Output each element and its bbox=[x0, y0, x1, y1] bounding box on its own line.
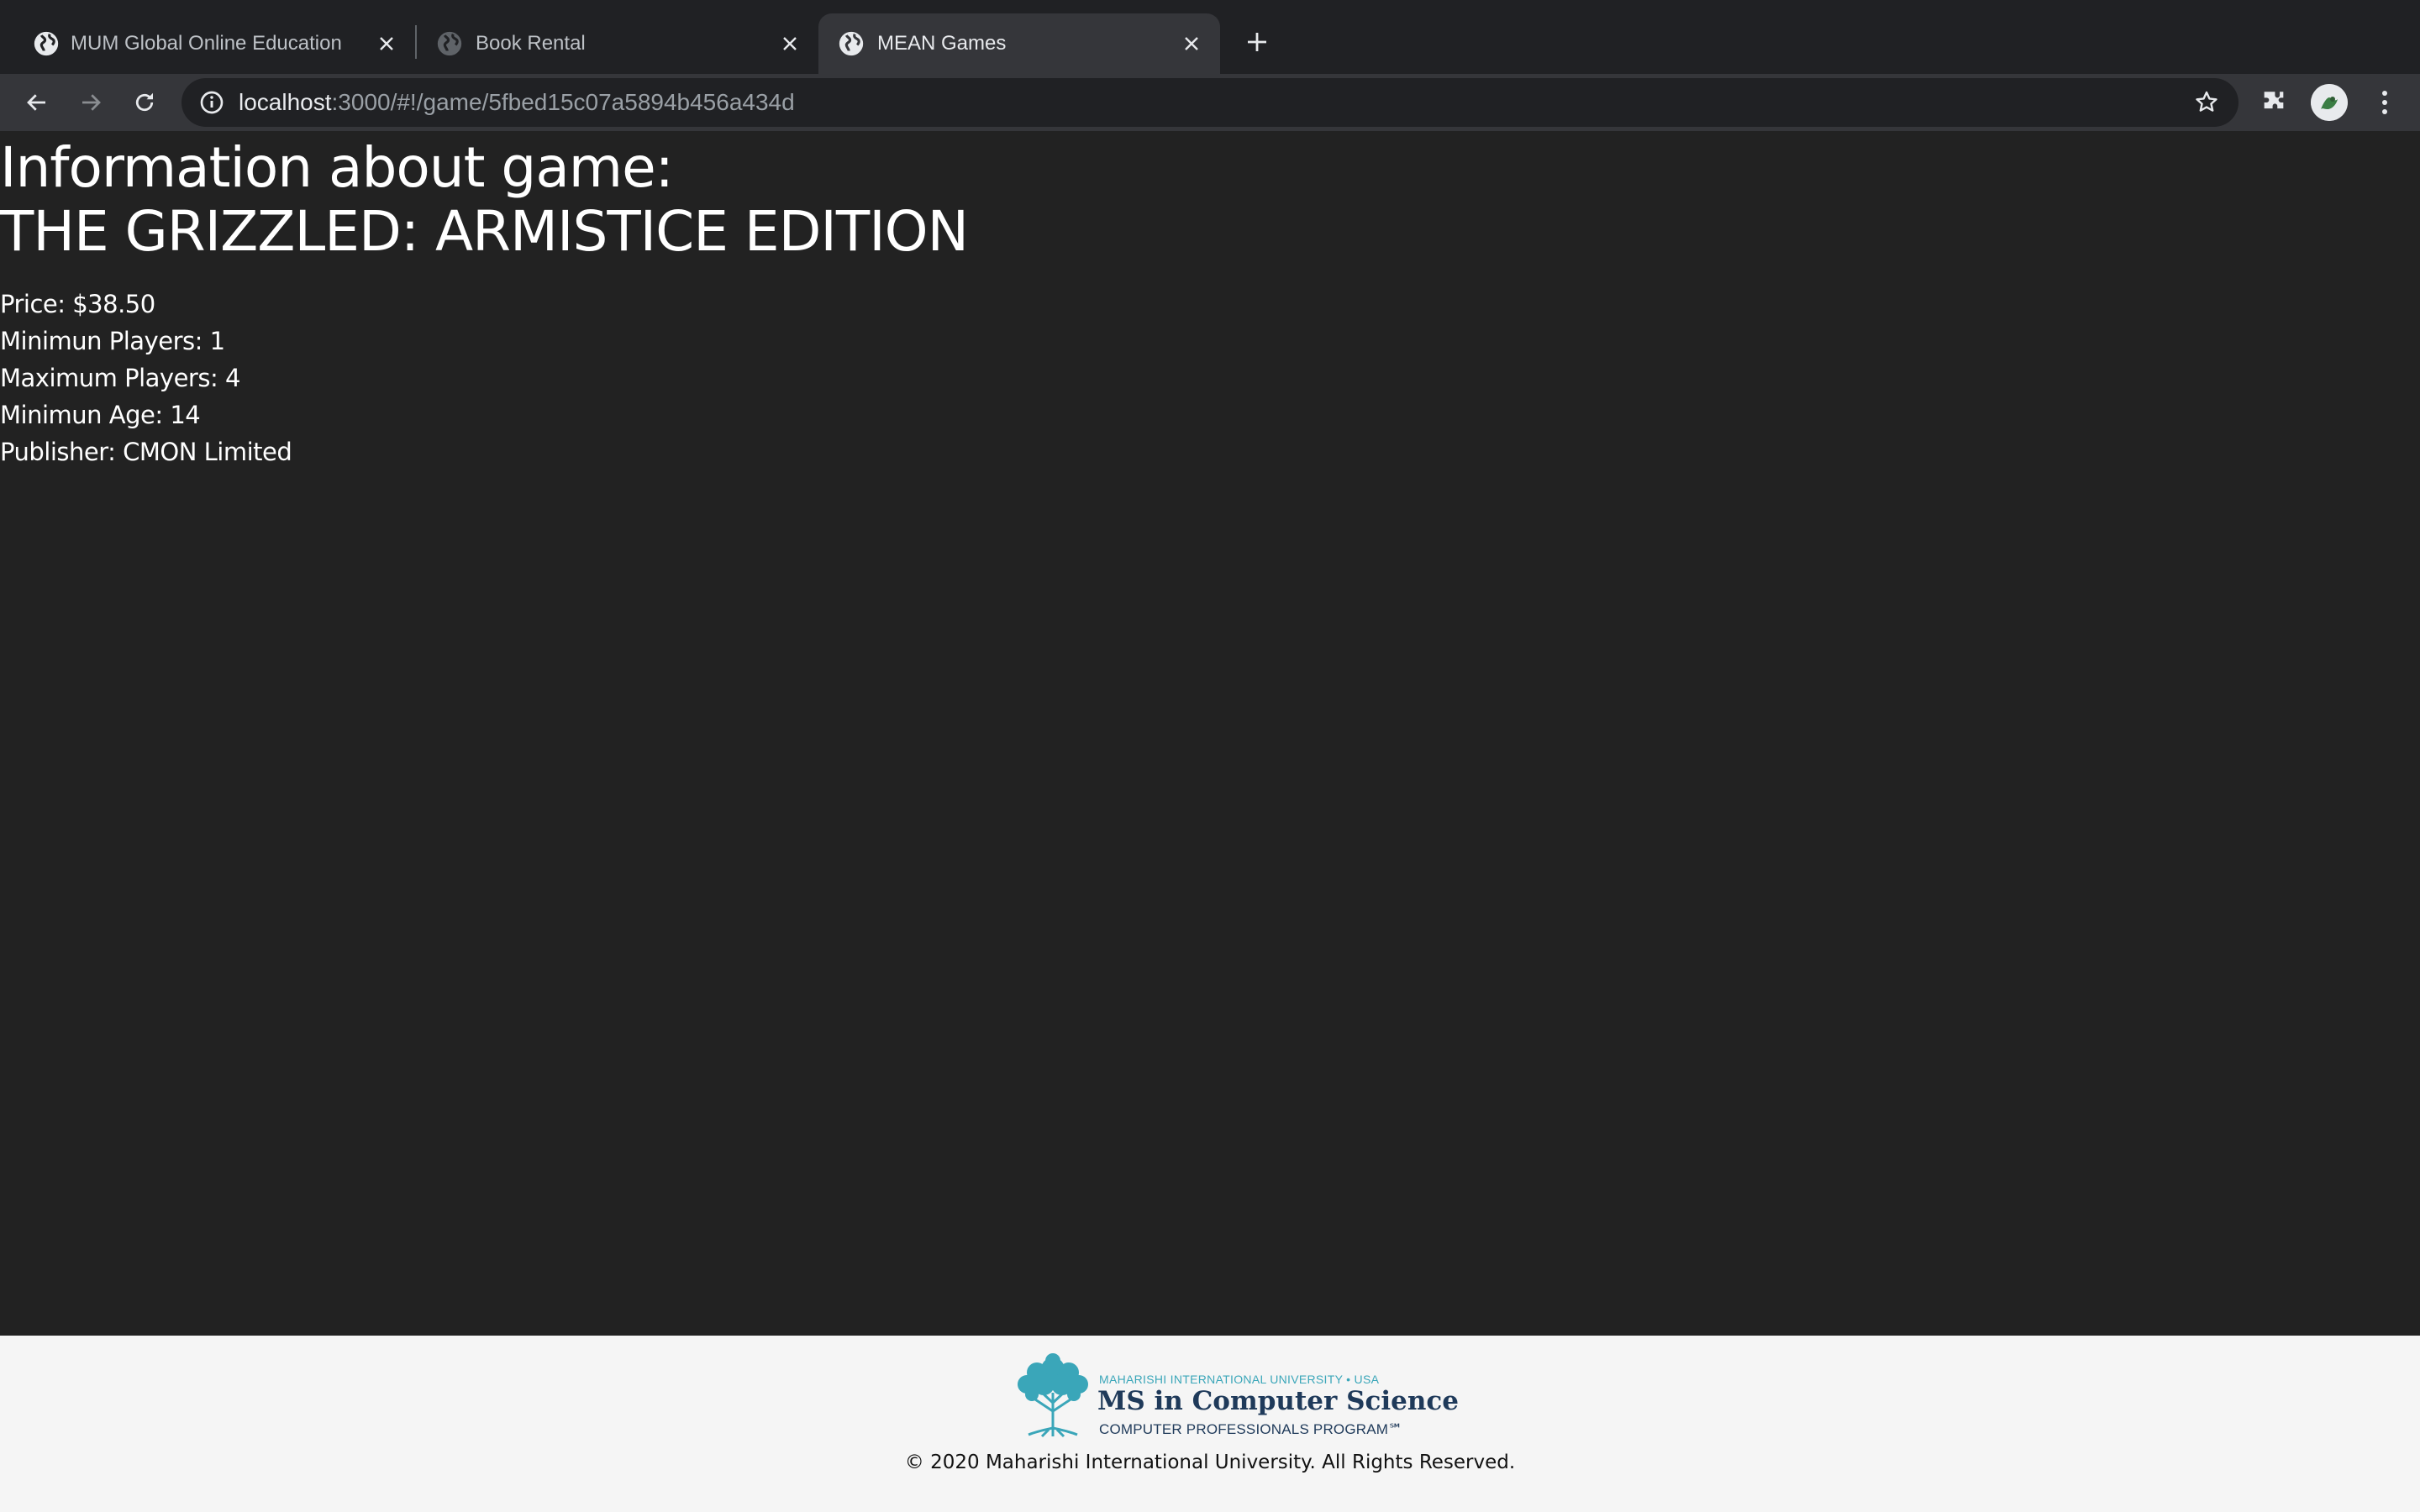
info-icon[interactable] bbox=[198, 89, 225, 116]
detail-publisher: Publisher: CMON Limited bbox=[0, 438, 292, 466]
copyright-text: © 2020 Maharishi International Universit… bbox=[904, 1452, 1516, 1473]
detail-max-players: Maximum Players: 4 bbox=[0, 364, 240, 392]
address-bar[interactable]: localhost:3000/#!/game/5fbed15c07a5894b4… bbox=[182, 78, 2238, 127]
url-host: localhost bbox=[239, 89, 332, 115]
game-details: Price: $38.50 Minimun Players: 1 Maximum… bbox=[0, 286, 292, 470]
tab-title: Book Rental bbox=[476, 32, 586, 55]
extensions-puzzle-icon[interactable] bbox=[2257, 86, 2291, 119]
tab-book-rental[interactable]: Book Rental bbox=[418, 13, 817, 74]
detail-price: Price: $38.50 bbox=[0, 290, 155, 318]
tab-strip: MUM Global Online Education Book Rental … bbox=[0, 0, 2420, 74]
url-path: :3000/#!/game/5fbed15c07a5894b456a434d bbox=[331, 89, 795, 115]
logo-university-text: MAHARISHI INTERNATIONAL UNIVERSITY • USA bbox=[1099, 1373, 1380, 1386]
more-vert-icon[interactable] bbox=[2368, 84, 2402, 121]
tab-mum-global[interactable]: MUM Global Online Education bbox=[13, 13, 412, 74]
logo-program-text: MS in Computer Science bbox=[1097, 1386, 1460, 1416]
close-icon[interactable] bbox=[371, 29, 402, 59]
heading-label: Information about game: bbox=[0, 135, 674, 200]
back-arrow-icon[interactable] bbox=[17, 82, 57, 123]
close-icon[interactable] bbox=[1176, 29, 1207, 59]
tab-separator bbox=[415, 25, 417, 59]
browser-window: MUM Global Online Education Book Rental … bbox=[0, 0, 2420, 1512]
tab-title: MEAN Games bbox=[877, 32, 1007, 55]
mum-logo: MAHARISHI INTERNATIONAL UNIVERSITY • USA… bbox=[1012, 1351, 1459, 1440]
browser-toolbar: localhost:3000/#!/game/5fbed15c07a5894b4… bbox=[0, 74, 2420, 131]
globe-icon bbox=[837, 29, 865, 58]
new-tab-plus-icon[interactable] bbox=[1240, 25, 1274, 59]
url-text[interactable]: localhost:3000/#!/game/5fbed15c07a5894b4… bbox=[239, 88, 795, 117]
profile-avatar[interactable] bbox=[2311, 84, 2348, 121]
tab-title: MUM Global Online Education bbox=[71, 32, 342, 55]
globe-icon bbox=[435, 29, 464, 58]
detail-min-players: Minimun Players: 1 bbox=[0, 327, 225, 355]
page-title: Information about game: THE GRIZZLED: AR… bbox=[0, 135, 969, 264]
reload-icon[interactable] bbox=[124, 82, 165, 123]
globe-icon bbox=[32, 29, 60, 58]
page-content: Information about game: THE GRIZZLED: AR… bbox=[0, 131, 2420, 1336]
page-footer: MAHARISHI INTERNATIONAL UNIVERSITY • USA… bbox=[0, 1336, 2420, 1512]
close-icon[interactable] bbox=[775, 29, 805, 59]
tab-mean-games[interactable]: MEAN Games bbox=[818, 13, 1220, 74]
detail-min-age: Minimun Age: 14 bbox=[0, 401, 201, 429]
logo-subtitle-text: COMPUTER PROFESSIONALS PROGRAM℠ bbox=[1099, 1421, 1403, 1437]
game-title: THE GRIZZLED: ARMISTICE EDITION bbox=[0, 199, 969, 264]
bookmark-star-icon[interactable] bbox=[2193, 89, 2220, 116]
tree-logo-icon bbox=[1012, 1351, 1094, 1438]
forward-arrow-icon[interactable] bbox=[71, 82, 111, 123]
